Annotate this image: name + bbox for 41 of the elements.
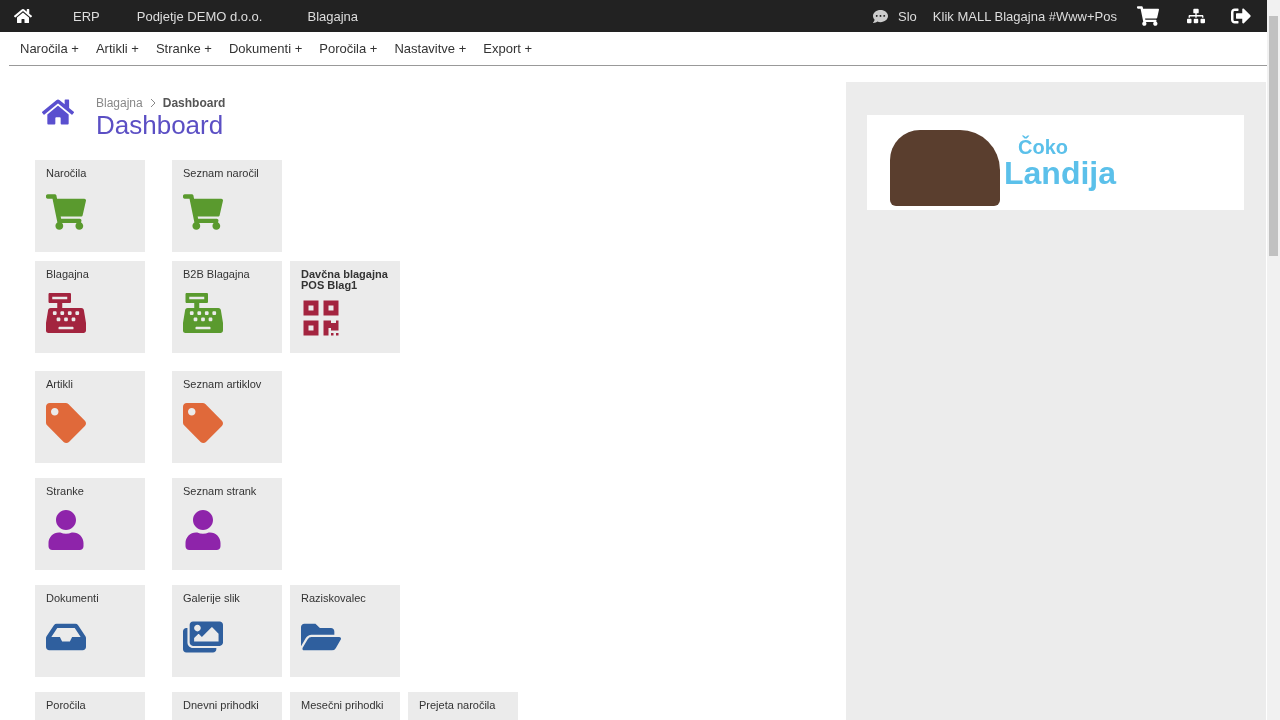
- dashboard-tile[interactable]: Naročila: [35, 160, 145, 252]
- language-link[interactable]: Slo: [898, 8, 917, 24]
- dashboard-tile[interactable]: Seznam naročil: [172, 160, 282, 252]
- chevron-icon: [148, 98, 157, 108]
- breadcrumb-link[interactable]: Blagajna: [96, 96, 143, 110]
- dashboard-tile[interactable]: Seznam artiklov: [172, 371, 282, 463]
- dashboard-tile[interactable]: Dnevni prihodki: [172, 692, 282, 720]
- dashboard-tile[interactable]: Davčna blagajna POS Blag1: [290, 261, 400, 353]
- menu-item[interactable]: Export +: [483, 41, 533, 56]
- dashboard-tile[interactable]: Dokumenti: [35, 585, 145, 677]
- dashboard-tile[interactable]: Artikli: [35, 371, 145, 463]
- logout-icon[interactable]: [1231, 6, 1251, 26]
- dashboard-tile[interactable]: B2B Blagajna: [172, 261, 282, 353]
- top-bar-link[interactable]: ERP: [73, 8, 100, 24]
- breadcrumb-current: Dashboard: [162, 96, 226, 110]
- store-link[interactable]: Klik MALL Blagajna #Www+Pos: [932, 8, 1117, 24]
- dashboard-tile[interactable]: Seznam strank: [172, 478, 282, 570]
- menu-item[interactable]: Dokumenti +: [228, 41, 303, 56]
- scrollbar-thumb[interactable]: [1269, 16, 1278, 256]
- menu-item[interactable]: Artikli +: [95, 41, 139, 56]
- dashboard-tile[interactable]: Prejeta naročila: [408, 692, 518, 720]
- top-bar-link[interactable]: Podjetje DEMO d.o.o.: [136, 8, 263, 24]
- menu-item[interactable]: Stranke +: [155, 41, 212, 56]
- dashboard-tile[interactable]: Mesečni prihodki: [290, 692, 400, 720]
- sitemap-icon[interactable]: [1187, 7, 1205, 25]
- page-title: Dashboard: [96, 110, 225, 140]
- top-bar-link[interactable]: Blagajna: [307, 8, 359, 24]
- home-icon[interactable]: [14, 7, 32, 25]
- scrollbar[interactable]: [1267, 0, 1280, 720]
- menu-item[interactable]: Poročila +: [319, 41, 378, 56]
- dashboard-tile[interactable]: Raziskovalec: [290, 585, 400, 677]
- dashboard-tile[interactable]: Poročila: [35, 692, 145, 720]
- dashboard-tile[interactable]: Stranke: [35, 478, 145, 570]
- logo-text: Čoko: [1018, 136, 1069, 157]
- menu-item[interactable]: Nastavitve +: [394, 41, 467, 56]
- chat-icon[interactable]: [873, 8, 889, 24]
- menu-item[interactable]: Naročila +: [20, 41, 79, 56]
- dashboard-tile[interactable]: Blagajna: [35, 261, 145, 353]
- logo-text: Landija: [1004, 156, 1116, 189]
- cart-icon[interactable]: [1137, 5, 1159, 27]
- dashboard-tile[interactable]: Galerije slik: [172, 585, 282, 677]
